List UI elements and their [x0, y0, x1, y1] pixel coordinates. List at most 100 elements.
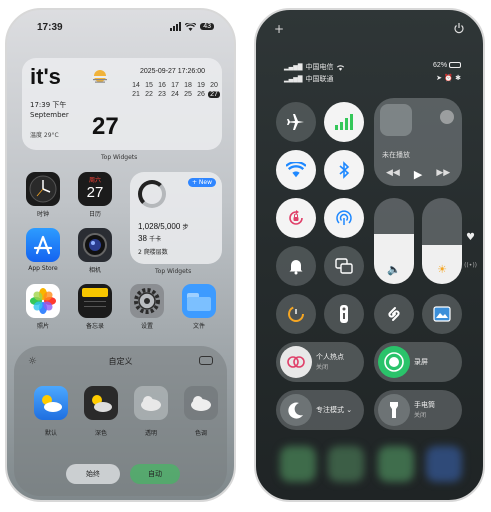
calendar-day: 23: [158, 91, 166, 98]
widget-datetime: 2025-09-27 17:26:00: [140, 68, 205, 75]
rotation-lock-icon: [289, 210, 303, 225]
calendar-day: 18: [184, 82, 192, 89]
play-icon[interactable]: ▶: [414, 168, 422, 181]
signal-wave-icon[interactable]: ((•)): [464, 262, 477, 269]
flashlight-icon: [378, 394, 410, 426]
appstore-icon: [26, 228, 60, 262]
calendar-day: 14: [132, 82, 140, 89]
focus-bell-toggle[interactable]: [276, 246, 316, 286]
remote-toggle[interactable]: [324, 294, 364, 334]
carrier-row-1: ▂▄▆█ 中国电信: [284, 62, 345, 72]
app-label: App Store: [28, 265, 58, 272]
dock-app-blur: [280, 446, 316, 482]
chevron-down-icon: ⌄: [346, 406, 353, 414]
calendar-day: 20: [210, 82, 218, 89]
bluetooth-toggle[interactable]: [324, 150, 364, 190]
style-default[interactable]: 默认: [34, 386, 68, 437]
previous-track-icon[interactable]: ◀◀: [386, 168, 400, 181]
status-icons: 43: [170, 22, 214, 31]
photo-widget-toggle[interactable]: [422, 294, 462, 334]
timer-toggle[interactable]: [276, 294, 316, 334]
home-screen: 17:39 43 it's 17:39 下午 September 温度 29°C…: [5, 8, 236, 502]
record-title: 录屏: [414, 358, 428, 366]
app-label: 时钟: [36, 211, 49, 218]
bluetooth-icon: [339, 161, 350, 179]
airdrop-toggle[interactable]: [324, 198, 364, 238]
screen-mirroring-toggle[interactable]: [324, 246, 364, 286]
steps-value: 1,028/5,000: [138, 222, 181, 231]
now-playing-module[interactable]: 未在播放 ◀◀ ▶ ▶▶: [374, 98, 462, 186]
focus-label: 专注模式: [316, 406, 344, 414]
widget-caption: Top Widgets: [155, 268, 192, 275]
playback-controls: ◀◀ ▶ ▶▶: [386, 168, 450, 181]
style-clear[interactable]: 透明: [134, 386, 168, 437]
wifi-toggle[interactable]: [276, 150, 316, 190]
app-notes[interactable]: 备忘录: [77, 284, 113, 330]
calendar-day: 17: [171, 82, 179, 89]
steps-count: 1,028/5,000 步: [138, 222, 189, 231]
dock-app-blur: [328, 446, 364, 482]
focus-mode-toggle[interactable]: 专注模式 ⌄: [276, 390, 364, 430]
airplane-mode-toggle[interactable]: [276, 102, 316, 142]
app-appstore[interactable]: App Store: [25, 228, 61, 272]
icon-size-toggle[interactable]: [199, 356, 213, 365]
app-label: 日历: [88, 211, 101, 218]
mode-auto-button[interactable]: 自动: [130, 464, 180, 484]
screen-record-toggle[interactable]: 录屏: [374, 342, 462, 382]
focus-title: 专注模式 ⌄: [316, 405, 352, 415]
brightness-slider[interactable]: ☀: [422, 198, 462, 284]
airplay-icon[interactable]: [440, 110, 454, 124]
personal-hotspot-toggle[interactable]: 个人热点 关闭: [276, 342, 364, 382]
style-tinted[interactable]: 色调: [184, 386, 218, 437]
date-weather-widget[interactable]: it's 17:39 下午 September 温度 29°C 27 2025-…: [22, 58, 222, 150]
timer-icon: [288, 306, 304, 322]
widget-caption: Top Widgets: [101, 154, 138, 161]
app-label: 设置: [140, 323, 153, 330]
battery-indicator: 43: [200, 23, 214, 30]
calendar-day: 16: [158, 82, 166, 89]
style-label: 透明: [144, 430, 157, 437]
mode-always-button[interactable]: 始终: [66, 464, 120, 484]
wifi-icon: [185, 22, 197, 31]
customize-panel: ☼ 自定义 默认 深色 透明 色调 始终 自动: [14, 346, 227, 496]
airdrop-icon: [336, 210, 352, 225]
image-frame-icon: [433, 306, 451, 322]
widget-month: September: [30, 111, 69, 119]
kcal-count: 38 千卡: [138, 234, 161, 243]
widget-time: 17:39 下午: [30, 101, 67, 109]
carrier-name: 中国电信: [305, 63, 334, 71]
flashlight-toggle[interactable]: 手电筒 关闭: [374, 390, 462, 430]
kcal-unit: 千卡: [149, 237, 162, 243]
next-track-icon[interactable]: ▶▶: [436, 168, 450, 181]
rotation-lock-toggle[interactable]: [276, 198, 316, 238]
heart-icon[interactable]: ♥: [466, 232, 475, 243]
shazam-toggle[interactable]: [374, 294, 414, 334]
style-dark[interactable]: 深色: [84, 386, 118, 437]
app-photos[interactable]: 照片: [25, 284, 61, 330]
volume-slider[interactable]: 🔈: [374, 198, 414, 284]
add-icon[interactable]: +: [274, 22, 284, 36]
camera-icon: [78, 228, 112, 262]
steps-unit: 步: [182, 225, 189, 231]
app-camera[interactable]: 相机: [77, 228, 113, 274]
calendar-day: 25: [184, 91, 192, 98]
cellular-data-toggle[interactable]: [324, 102, 364, 142]
floors-climbed: 2 爬楼层数: [138, 249, 168, 256]
app-calendar[interactable]: 周六 27 日历: [77, 172, 113, 218]
calendar-day: 21: [132, 91, 140, 98]
album-art: [380, 104, 412, 136]
remote-icon: [340, 305, 348, 323]
app-files[interactable]: 文件: [181, 284, 217, 330]
app-settings[interactable]: 设置: [129, 284, 165, 330]
steps-widget[interactable]: + New 1,028/5,000 步 38 千卡 2 爬楼层数: [130, 172, 222, 264]
signal-icon: [170, 22, 182, 31]
calendar-weekday: 周六: [88, 177, 101, 184]
widget-temperature: 温度 29°C: [30, 132, 59, 139]
calendar-today: 27: [208, 91, 220, 98]
power-icon[interactable]: [453, 22, 465, 34]
screen-mirroring-icon: [335, 258, 353, 274]
app-clock[interactable]: 时钟: [25, 172, 61, 218]
flashlight-status: 关闭: [414, 412, 427, 419]
weather-cloud-icon: [184, 386, 218, 420]
airplane-icon: [287, 114, 304, 130]
